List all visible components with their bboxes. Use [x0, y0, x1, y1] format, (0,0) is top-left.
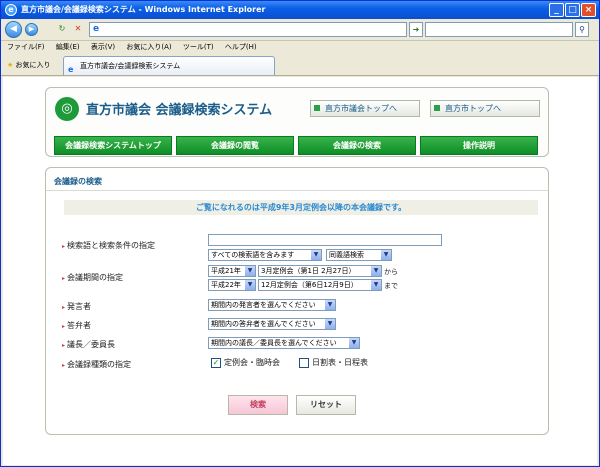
square-icon: [314, 105, 320, 111]
nav-help[interactable]: 操作説明: [420, 136, 538, 155]
chevron-down-icon: ▼: [245, 266, 255, 276]
back-icon[interactable]: ◀: [5, 21, 22, 38]
type1-checkbox[interactable]: ✓: [211, 358, 221, 368]
from-suffix: から: [384, 268, 398, 276]
minimize-button[interactable]: _: [549, 3, 564, 17]
chevron-down-icon: ▼: [381, 250, 391, 260]
search-button[interactable]: 検索: [228, 395, 288, 415]
synonym-select[interactable]: 同義語検索 ▼: [326, 249, 392, 261]
page-content: ◎ 直方市議会 会議録検索システム 直方市議会トップへ 直方市トップへ 会議録検…: [3, 77, 597, 465]
chevron-down-icon: ▼: [349, 338, 359, 348]
window-title: 直方市議会/会議録検索システム - Windows Internet Explo…: [21, 5, 266, 14]
page-icon: e: [93, 24, 100, 34]
answerer-label: ▸ 答弁者: [62, 321, 92, 330]
stop-icon[interactable]: ✕: [71, 22, 85, 37]
chevron-down-icon: ▼: [371, 266, 381, 276]
to-year-select[interactable]: 平成22年 ▼: [208, 279, 256, 291]
browser-tab[interactable]: e 直方市議会/会議録検索システム: [63, 56, 275, 75]
divider: [46, 190, 548, 191]
city-top-link[interactable]: 直方市トップへ: [430, 100, 540, 117]
city-logo: ◎: [55, 97, 79, 121]
search-panel: 会議録の検索 ご覧になれるのは平成9年3月定例会以降の本会議録です。 ▸ 検索語と…: [45, 167, 549, 435]
forward-icon[interactable]: ▶: [25, 23, 38, 36]
menu-help[interactable]: ヘルプ(H): [225, 43, 257, 51]
site-header: ◎ 直方市議会 会議録検索システム 直方市議会トップへ 直方市トップへ 会議録検…: [45, 87, 549, 157]
chevron-down-icon: ▼: [311, 250, 321, 260]
search-icon[interactable]: ⚲: [575, 22, 589, 37]
chevron-down-icon: ▼: [325, 300, 335, 310]
keyword-label: ▸ 検索語と検索条件の指定: [62, 241, 156, 250]
period-label: ▸ 会議期間の指定: [62, 273, 124, 282]
section-title: 会議録の検索: [54, 177, 102, 186]
browser-window: e 直方市議会/会議録検索システム - Windows Internet Exp…: [0, 0, 600, 467]
maximize-button[interactable]: □: [565, 3, 580, 17]
keyword-input[interactable]: [208, 234, 442, 246]
answerer-select[interactable]: 期間内の答弁者を選んでください ▼: [208, 318, 336, 330]
nav-search[interactable]: 会議録の検索: [298, 136, 416, 155]
star-icon: ★: [7, 61, 14, 69]
type2-label: 日割表・日程表: [312, 358, 368, 367]
condition-select[interactable]: すべての検索語を含みます ▼: [208, 249, 322, 261]
menu-bar: ファイル(F) 編集(E) 表示(V) お気に入り(A) ツール(T) ヘルプ(…: [1, 41, 599, 54]
chevron-down-icon: ▼: [245, 280, 255, 290]
title-bar: e 直方市議会/会議録検索システム - Windows Internet Exp…: [1, 1, 599, 19]
close-button[interactable]: ×: [581, 3, 596, 17]
menu-favorites[interactable]: お気に入り(A): [126, 43, 171, 51]
to-suffix: まで: [384, 282, 398, 290]
type-label: ▸ 会議録種類の指定: [62, 360, 132, 369]
go-icon[interactable]: ➜: [409, 22, 423, 37]
to-session-select[interactable]: 12月定例会（第6日12月9日） ▼: [258, 279, 382, 291]
menu-view[interactable]: 表示(V): [91, 43, 115, 51]
notice-text: ご覧になれるのは平成9年3月定例会以降の本会議録です。: [64, 200, 538, 215]
chair-select[interactable]: 期間内の議長／委員長を選んでください ▼: [208, 337, 360, 349]
menu-tools[interactable]: ツール(T): [183, 43, 214, 51]
search-box[interactable]: [425, 22, 573, 37]
chevron-down-icon: ▼: [325, 319, 335, 329]
refresh-icon[interactable]: ↻: [55, 22, 69, 37]
nav-system-top[interactable]: 会議録検索システムトップ: [54, 136, 172, 155]
square-icon: [434, 105, 440, 111]
favorites-button[interactable]: ★ お気に入り: [7, 60, 51, 70]
menu-edit[interactable]: 編集(E): [56, 43, 80, 51]
speaker-label: ▸ 発言者: [62, 302, 92, 311]
site-title: 直方市議会 会議録検索システム: [86, 103, 273, 118]
chevron-down-icon: ▼: [371, 280, 381, 290]
menu-file[interactable]: ファイル(F): [7, 43, 45, 51]
speaker-select[interactable]: 期間内の発言者を選んでください ▼: [208, 299, 336, 311]
nav-browse[interactable]: 会議録の閲覧: [176, 136, 294, 155]
favorites-bar: ★ お気に入り e 直方市議会/会議録検索システム: [1, 54, 599, 76]
chair-label: ▸ 議長／委員長: [62, 340, 116, 349]
from-session-select[interactable]: 3月定例会（第1日 2月27日） ▼: [258, 265, 382, 277]
address-toolbar: ◀ ▶ ↻ ✕ e ➜ ⚲: [1, 19, 599, 41]
type1-label: 定例会・臨時会: [224, 358, 280, 367]
ie-icon: e: [5, 4, 17, 16]
reset-button[interactable]: リセット: [296, 395, 356, 415]
council-top-link[interactable]: 直方市議会トップへ: [310, 100, 420, 117]
address-bar[interactable]: e: [89, 22, 407, 37]
from-year-select[interactable]: 平成21年 ▼: [208, 265, 256, 277]
type2-checkbox[interactable]: [299, 358, 309, 368]
